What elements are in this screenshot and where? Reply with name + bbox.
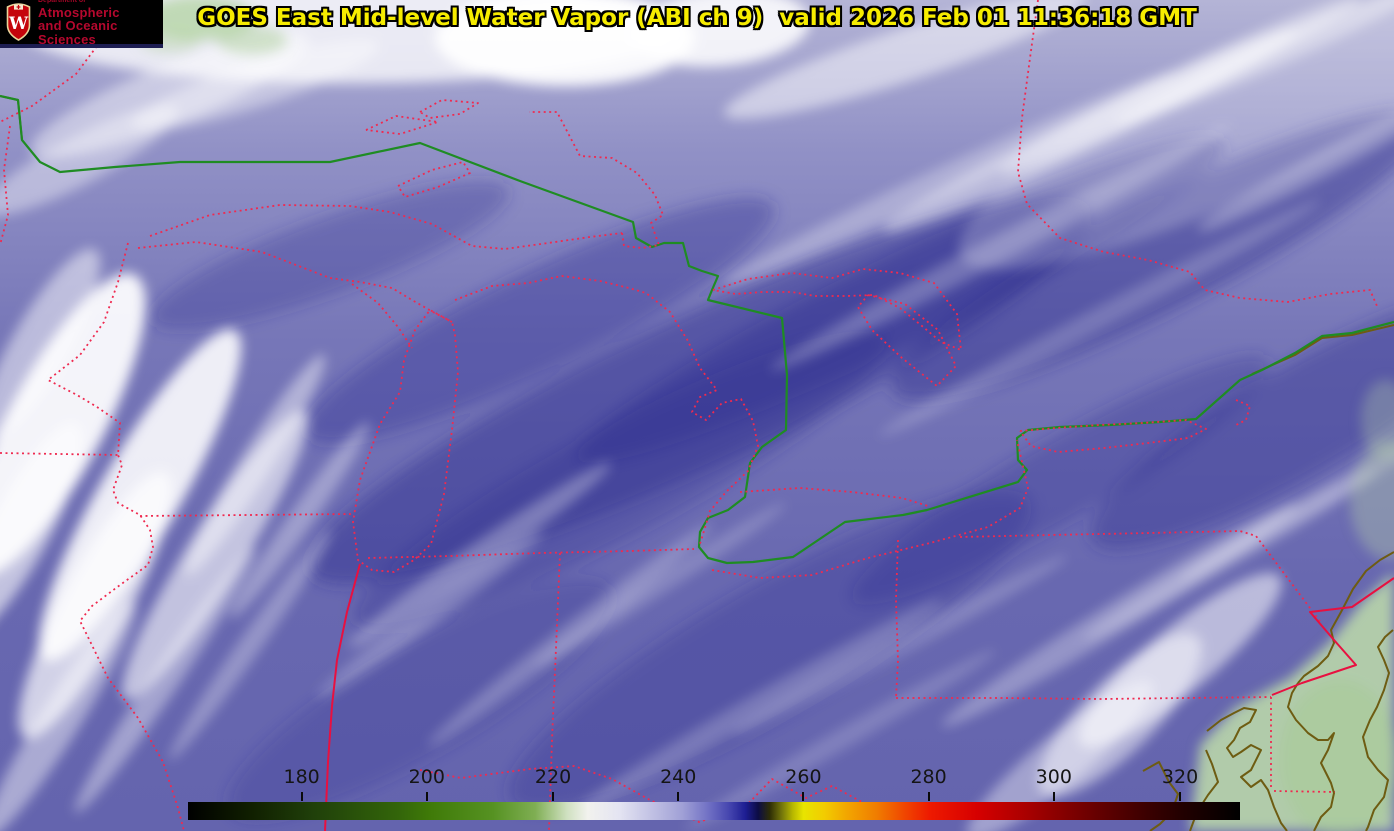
colorbar-tick-mark xyxy=(1179,792,1181,801)
aos-logo-block: W Department of Atmospheric and Oceanic … xyxy=(0,0,163,48)
colorbar-tick-label: 200 xyxy=(409,766,445,788)
colorbar-tick-mark xyxy=(426,792,428,801)
temperature-colorbar: 180 200 220 240 260 280 300 320 xyxy=(188,766,1240,822)
colorbar-tick-mark xyxy=(677,792,679,801)
image-title: GOES East Mid-level Water Vapor (ABI ch … xyxy=(0,5,1394,31)
colorbar-tick-mark xyxy=(802,792,804,801)
aos-logo-text: Department of Atmospheric and Oceanic Sc… xyxy=(38,0,163,47)
colorbar-tick-label: 280 xyxy=(910,766,946,788)
satellite-image-viewport: W Department of Atmospheric and Oceanic … xyxy=(0,0,1394,831)
colorbar-tick-mark xyxy=(1053,792,1055,801)
colorbar-tick-label: 300 xyxy=(1036,766,1072,788)
colorbar-tick-label: 260 xyxy=(785,766,821,788)
colorbar-tick-label: 220 xyxy=(535,766,571,788)
crest-letter: W xyxy=(8,14,29,34)
colorbar-gradient-strip xyxy=(188,802,1240,820)
colorbar-tick-label: 320 xyxy=(1162,766,1198,788)
logo-name-line1: Atmospheric xyxy=(38,6,163,20)
logo-name-line2: and Oceanic Sciences xyxy=(38,19,163,46)
colorbar-tick-mark xyxy=(552,792,554,801)
colorbar-tick-mark xyxy=(928,792,930,801)
water-vapor-map xyxy=(0,0,1394,831)
colorbar-tick-label: 180 xyxy=(283,766,319,788)
uw-crest-icon: W xyxy=(5,2,32,42)
colorbar-tick-label: 240 xyxy=(660,766,696,788)
colorbar-tick-mark xyxy=(301,792,303,801)
logo-dept-line: Department of xyxy=(38,0,163,5)
